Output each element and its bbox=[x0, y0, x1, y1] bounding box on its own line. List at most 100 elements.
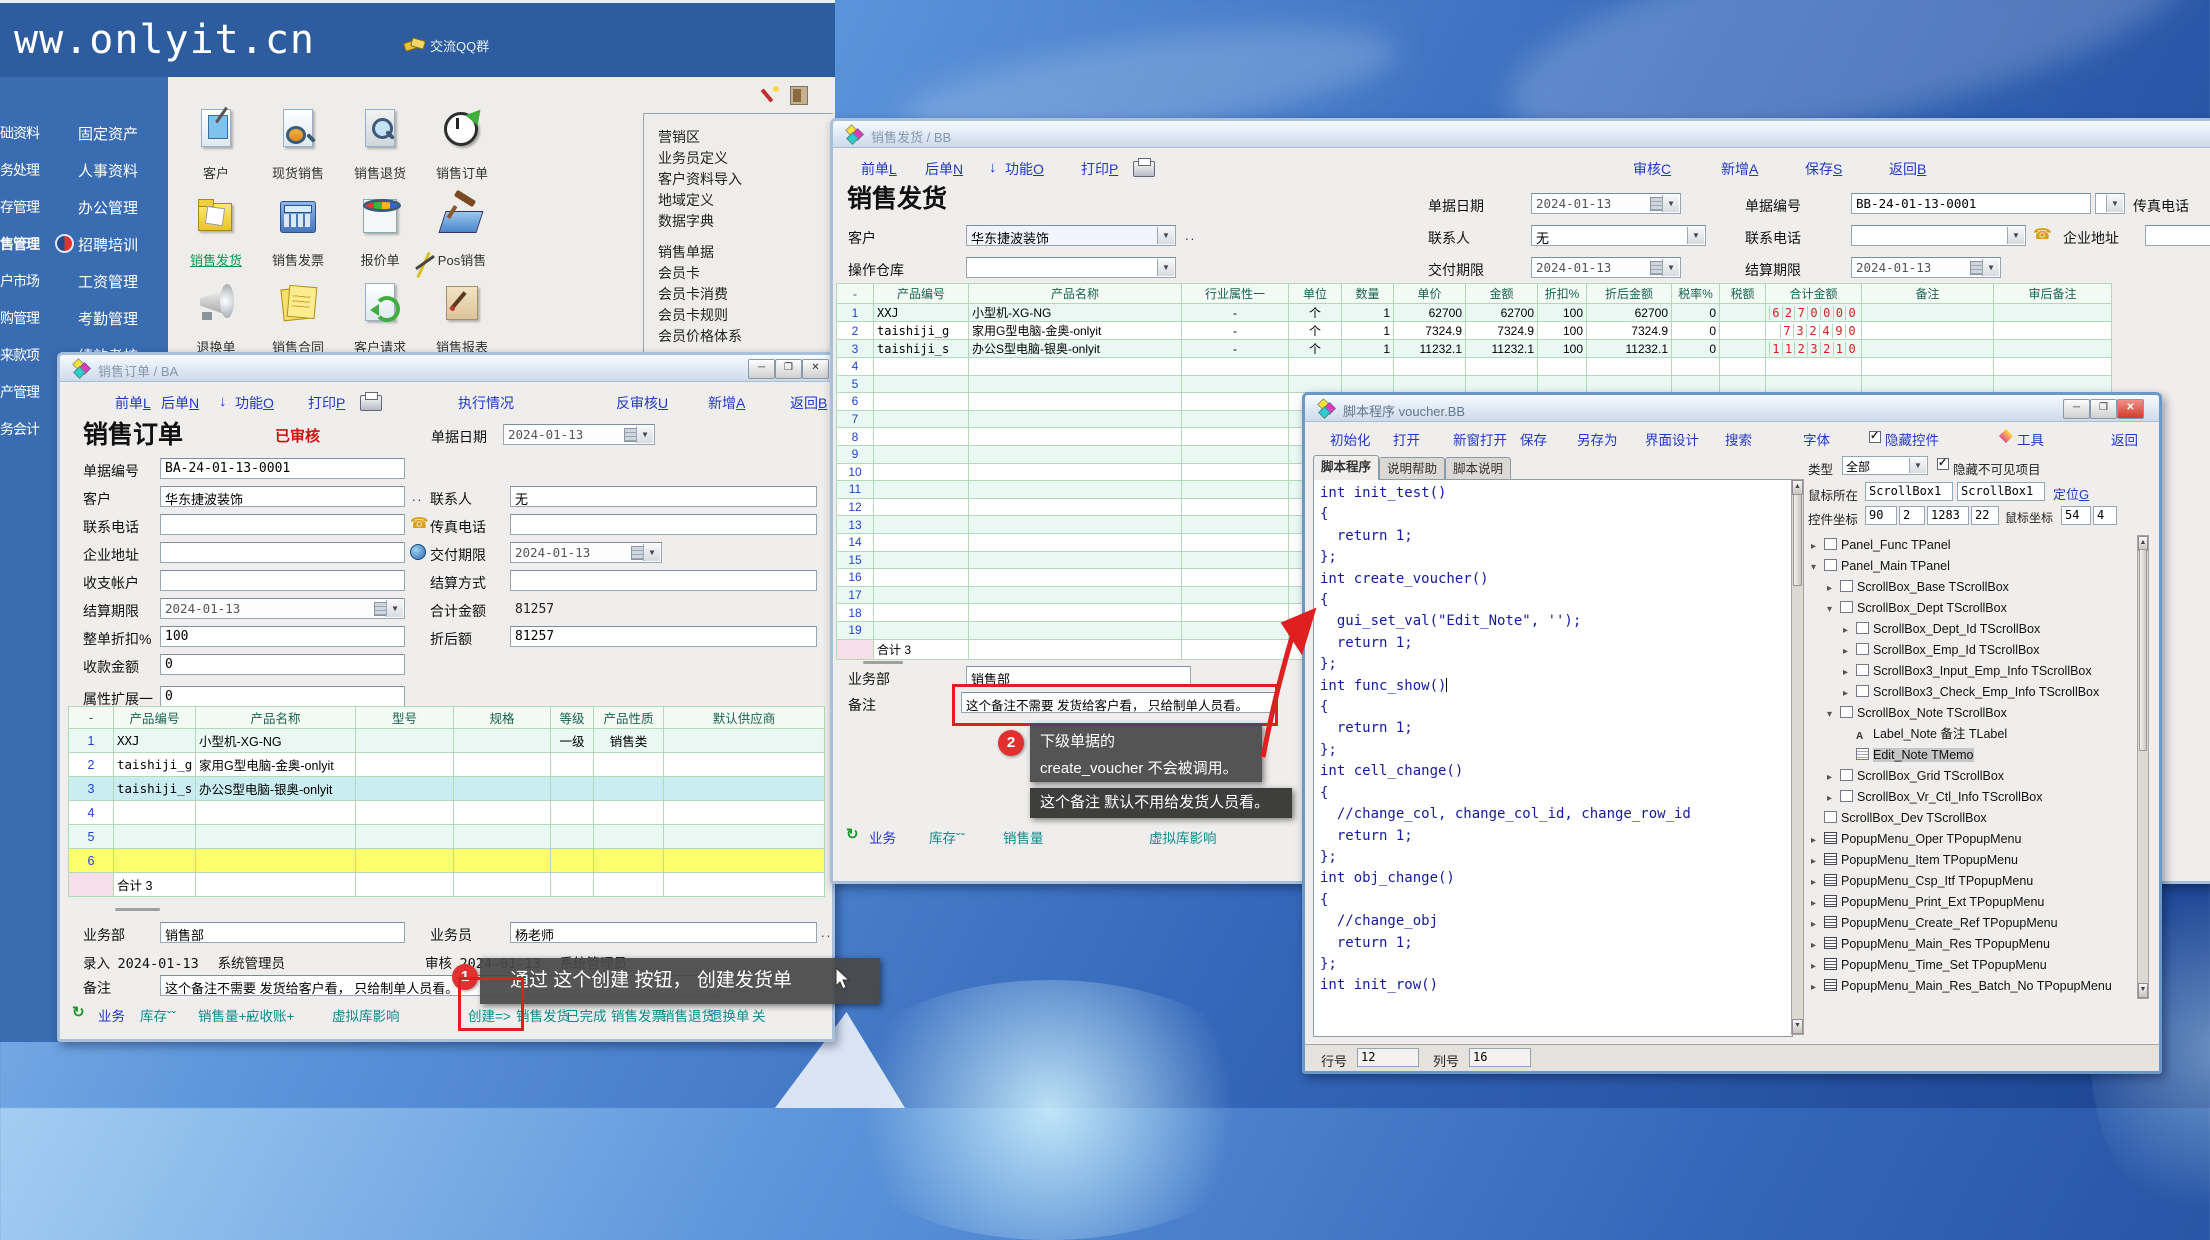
bb-warehouse-dropdown[interactable]: ▼ bbox=[966, 257, 1176, 278]
menu-item-g2-3[interactable]: 会员卡规则 bbox=[658, 305, 728, 325]
bb-cell[interactable] bbox=[969, 586, 1182, 604]
bb-cell[interactable]: 100 bbox=[1538, 340, 1587, 358]
ba-field-企业地址[interactable] bbox=[160, 542, 405, 563]
bb-cell[interactable] bbox=[1182, 516, 1289, 534]
expand-icon[interactable]: ▸ bbox=[1811, 935, 1824, 956]
bb-cell[interactable]: 10 bbox=[837, 463, 874, 481]
type-dropdown[interactable]: 全部▼ bbox=[1842, 456, 1928, 475]
ba-dept-field[interactable]: 销售部 bbox=[160, 922, 405, 943]
scroll-down-icon[interactable]: ▼ bbox=[1792, 1019, 1803, 1034]
bb-cell[interactable] bbox=[969, 463, 1182, 481]
bb-cell[interactable] bbox=[1182, 569, 1289, 587]
script-tool-字体[interactable]: 字体 bbox=[1803, 429, 1830, 449]
chevron-down-icon[interactable]: ▼ bbox=[386, 600, 403, 617]
bb-cell[interactable]: 14 bbox=[837, 533, 874, 551]
ba-cell[interactable]: taishiji_g bbox=[114, 753, 196, 777]
bb-cell[interactable] bbox=[1994, 375, 2112, 393]
script-tool-界面设计[interactable]: 界面设计 bbox=[1645, 429, 1699, 449]
bb-cell[interactable] bbox=[1587, 358, 1672, 376]
tree-item-PopupMenu_Oper[interactable]: ▸PopupMenu_Oper TPopupMenu bbox=[1805, 829, 2135, 850]
printer-icon[interactable] bbox=[1133, 161, 1155, 177]
bb-cell[interactable] bbox=[969, 551, 1182, 569]
splitter-handle[interactable] bbox=[863, 661, 903, 664]
ctl-coord-0[interactable]: 90 bbox=[1865, 506, 1897, 525]
bb-cell[interactable] bbox=[969, 481, 1182, 499]
maximize-button[interactable]: ❐ bbox=[775, 359, 802, 379]
bb-cell[interactable]: 16 bbox=[837, 569, 874, 587]
bb-cell[interactable] bbox=[1342, 375, 1394, 393]
collapse-icon[interactable]: ▾ bbox=[1811, 557, 1824, 578]
tree-scrollbar[interactable]: ▲ ▼ bbox=[2137, 535, 2149, 999]
ba-cell[interactable]: 一级 bbox=[551, 729, 594, 753]
phone-icon[interactable]: ☎ bbox=[410, 514, 429, 532]
sidebar-item-col2-5[interactable]: 考勤管理 bbox=[78, 308, 138, 329]
ba-field-折后额[interactable]: 81257 bbox=[510, 626, 817, 647]
tree-item-PopupMenu_Print_Ext[interactable]: ▸PopupMenu_Print_Ext TPopupMenu bbox=[1805, 892, 2135, 913]
scroll-down-icon[interactable]: ▼ bbox=[2138, 983, 2148, 998]
ba-cell[interactable]: 4 bbox=[69, 801, 114, 825]
chevron-down-icon[interactable]: ▼ bbox=[636, 426, 653, 443]
expand-icon[interactable]: ▸ bbox=[1843, 641, 1856, 662]
bb-cell[interactable] bbox=[1182, 498, 1289, 516]
bb-cell[interactable] bbox=[1538, 375, 1587, 393]
bb-doc-no-field[interactable]: BB-24-01-13-0001 bbox=[1851, 193, 2091, 214]
ba-field-联系人[interactable]: 无 bbox=[510, 486, 817, 507]
ba-action-退换单[interactable]: 退换单 bbox=[709, 1005, 750, 1025]
close-button[interactable]: ✕ bbox=[802, 359, 829, 379]
module-icon-quote[interactable]: 报价单 bbox=[340, 187, 420, 271]
ba-cell[interactable] bbox=[551, 801, 594, 825]
sidebar-item-3[interactable]: 售管理 bbox=[0, 234, 42, 254]
bb-cell[interactable] bbox=[874, 516, 969, 534]
sidebar-item-6[interactable]: 来款项 bbox=[0, 345, 42, 365]
sidebar-item-0[interactable]: 础资料 bbox=[0, 123, 42, 143]
sidebar-item-2[interactable]: 存管理 bbox=[0, 197, 42, 217]
expand-icon[interactable]: ▸ bbox=[1811, 851, 1824, 872]
chevron-down-icon[interactable]: ▼ bbox=[1662, 259, 1679, 276]
tree-item-ScrollBox_Emp_Id[interactable]: ▸ScrollBox_Emp_Id TScrollBox bbox=[1805, 640, 2135, 661]
minimize-button[interactable]: ─ bbox=[748, 359, 775, 379]
bb-cell[interactable] bbox=[969, 375, 1182, 393]
toolbar-link-打印[interactable]: 打印P bbox=[308, 393, 345, 413]
globe-icon[interactable] bbox=[410, 544, 426, 560]
bb-cell[interactable]: 1 bbox=[1342, 340, 1394, 358]
bb-cell[interactable] bbox=[1289, 358, 1342, 376]
ba-salesman-more[interactable]: .. bbox=[821, 925, 832, 940]
ba-field-单据编号[interactable]: BA-24-01-13-0001 bbox=[160, 458, 405, 479]
bb-cell[interactable]: 5 bbox=[837, 375, 874, 393]
bb-cell[interactable] bbox=[1862, 340, 1994, 358]
menu-item-g2-1[interactable]: 会员卡 bbox=[658, 263, 700, 283]
bb-cell[interactable] bbox=[1672, 375, 1720, 393]
ba-cell[interactable] bbox=[664, 825, 825, 849]
ba-cell[interactable]: taishiji_s bbox=[114, 777, 196, 801]
bb-cell[interactable] bbox=[1182, 551, 1289, 569]
scroll-up-icon[interactable]: ▲ bbox=[1792, 480, 1803, 495]
bb-cell[interactable] bbox=[1182, 410, 1289, 428]
tree-item-PopupMenu_Time_Set[interactable]: ▸PopupMenu_Time_Set TPopupMenu bbox=[1805, 955, 2135, 976]
ba-cell[interactable] bbox=[356, 801, 454, 825]
ba-cell[interactable]: 5 bbox=[69, 825, 114, 849]
bb-doc-date-field[interactable]: 2024-01-13▼ bbox=[1531, 193, 1681, 214]
chevron-down-icon[interactable]: ▼ bbox=[1662, 195, 1679, 212]
script-tool-返回[interactable]: 返回 bbox=[2111, 429, 2138, 449]
ba-cell[interactable] bbox=[114, 801, 196, 825]
ctl-coord-3[interactable]: 22 bbox=[1971, 506, 1999, 525]
ba-cell[interactable] bbox=[454, 801, 551, 825]
module-icon-contract[interactable]: 销售合同 bbox=[258, 274, 338, 358]
bb-cell[interactable]: 个 bbox=[1289, 340, 1342, 358]
expand-icon[interactable]: ▸ bbox=[1811, 830, 1824, 851]
ba-cell[interactable] bbox=[594, 849, 664, 873]
sidebar-item-7[interactable]: 产管理 bbox=[0, 382, 42, 402]
ba-cell[interactable] bbox=[594, 801, 664, 825]
bb-cell[interactable]: - bbox=[1182, 340, 1289, 358]
module-icon-return[interactable]: 销售退货 bbox=[340, 100, 420, 184]
tab-脚本说明[interactable]: 脚本说明 bbox=[1445, 457, 1511, 480]
bb-cell[interactable] bbox=[874, 428, 969, 446]
module-icon-customer[interactable]: 客户 bbox=[176, 100, 256, 184]
module-icon-order[interactable]: 销售订单 bbox=[422, 100, 502, 184]
hide-invisible-checkbox[interactable] bbox=[1937, 458, 1949, 470]
bb-addr-field[interactable] bbox=[2145, 225, 2210, 246]
code-editor[interactable]: int init_test(){ return 1;};int create_v… bbox=[1313, 479, 1793, 1037]
bb-cell[interactable]: 12 bbox=[837, 498, 874, 516]
exit-icon[interactable] bbox=[790, 86, 808, 105]
toolbar-link-打印[interactable]: 打印P bbox=[1081, 159, 1118, 179]
